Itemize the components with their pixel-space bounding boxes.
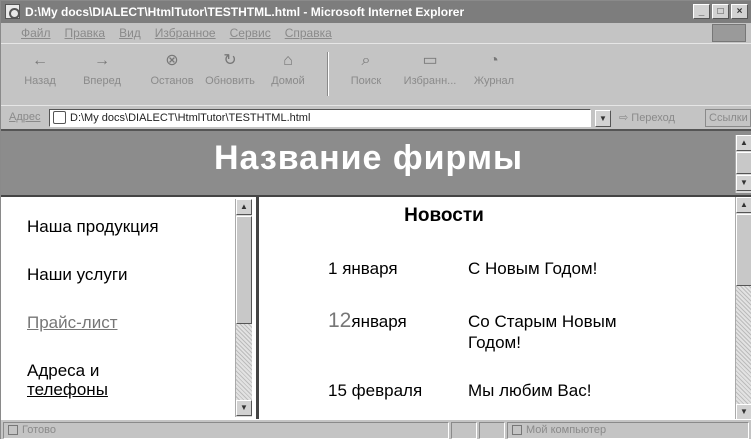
toolbar: ← Назад → Вперед ⊗ Останов ↻ Обновить ⌂ …: [1, 43, 751, 105]
nav-frame: Наша продукция Наши услуги Прайс-лист Ад…: [1, 197, 259, 421]
refresh-icon: ↻: [223, 52, 237, 69]
nav-services[interactable]: Наши услуги: [27, 265, 128, 284]
forward-arrow-icon: →: [94, 52, 110, 69]
nav-scroll-up-arrow-icon[interactable]: ▲: [236, 199, 252, 215]
stop-button[interactable]: ⊗ Останов: [141, 50, 203, 87]
ie-icon: [5, 4, 20, 19]
favorites-label: Избранн...: [403, 75, 457, 87]
header-scrollbar[interactable]: ▲ ▼: [735, 135, 751, 193]
history-label: Журнал: [473, 75, 515, 87]
news-scroll-up-arrow-icon[interactable]: ▲: [736, 197, 751, 213]
refresh-button[interactable]: ↻ Обновить: [199, 50, 261, 87]
news-scroll-track[interactable]: [736, 286, 751, 404]
windows-logo-icon: [712, 24, 746, 42]
news-day: 15: [328, 381, 347, 400]
home-icon: ⌂: [283, 52, 293, 69]
nav-scroll-thumb[interactable]: [236, 216, 252, 324]
news-scroll-thumb[interactable]: [736, 214, 751, 286]
refresh-label: Обновить: [205, 75, 255, 87]
nav-scroll-track[interactable]: [236, 324, 252, 400]
favorites-icon: ▭: [422, 52, 438, 69]
address-bar: Адрес D:\My docs\DIALECT\HtmlTutor\TESTH…: [1, 105, 751, 129]
address-label: Адрес: [9, 111, 41, 123]
search-icon: ⌕: [361, 52, 371, 69]
home-label: Домой: [271, 75, 305, 87]
menu-favorites[interactable]: Избранное: [155, 23, 216, 43]
status-bar: Готово Мой компьютер: [1, 419, 751, 439]
nav-products[interactable]: Наша продукция: [27, 217, 159, 236]
news-scrollbar[interactable]: ▲ ▼: [735, 197, 751, 421]
scroll-thumb[interactable]: [736, 152, 751, 174]
forward-label: Вперед: [83, 75, 121, 87]
news-day: 12: [328, 309, 352, 332]
news-date: 12января: [328, 309, 407, 333]
back-arrow-icon: ←: [32, 52, 48, 69]
address-value: D:\My docs\DIALECT\HtmlTutor\TESTHTML.ht…: [70, 112, 311, 124]
back-button[interactable]: ← Назад: [9, 50, 71, 87]
search-label: Поиск: [350, 75, 382, 87]
menu-bar: Файл Правка Вид Избранное Сервис Справка: [1, 23, 751, 43]
title-bar: D:\My docs\DIALECT\HtmlTutor\TESTHTML.ht…: [1, 1, 751, 23]
page-done-icon: [8, 425, 18, 436]
page-icon: [53, 111, 66, 124]
menu-edit[interactable]: Правка: [65, 23, 106, 43]
nav-scrollbar[interactable]: ▲ ▼: [235, 199, 252, 417]
home-button[interactable]: ⌂ Домой: [257, 50, 319, 87]
window-controls: _ □ ×: [693, 4, 748, 19]
firm-title: Название фирмы: [213, 139, 524, 177]
status-text-cell: Готово: [3, 422, 449, 439]
nav-price-list-link[interactable]: Прайс-лист: [27, 313, 118, 332]
minimize-button[interactable]: _: [693, 4, 710, 19]
news-month: января: [351, 312, 407, 331]
go-label: Переход: [631, 112, 675, 124]
address-dropdown-button[interactable]: ▼: [595, 110, 611, 127]
news-date: 1 января: [328, 259, 398, 279]
menu-tools[interactable]: Сервис: [230, 23, 271, 43]
window-title: D:\My docs\DIALECT\HtmlTutor\TESTHTML.ht…: [25, 5, 465, 19]
news-scroll-down-arrow-icon[interactable]: ▼: [736, 404, 751, 420]
nav-addresses-line1: Адреса и: [27, 361, 100, 380]
links-button[interactable]: Ссылки: [705, 109, 751, 127]
news-title: Новости: [404, 205, 484, 226]
menu-view[interactable]: Вид: [119, 23, 141, 43]
go-button[interactable]: ⇨ Переход: [619, 111, 675, 124]
status-text: Готово: [22, 424, 56, 436]
toolbar-separator: [327, 52, 329, 96]
security-zone: Мой компьютер: [526, 424, 607, 436]
news-day: 1: [328, 259, 338, 278]
close-button[interactable]: ×: [731, 4, 748, 19]
news-frame: Новости 1 января С Новым Годом! 12января…: [262, 197, 751, 421]
news-date: 15 февраля: [328, 381, 422, 401]
maximize-button[interactable]: □: [712, 4, 729, 19]
nav-scroll-down-arrow-icon[interactable]: ▼: [236, 400, 252, 416]
forward-button[interactable]: → Вперед: [71, 50, 133, 87]
nav-addresses-link[interactable]: Адреса и телефоны: [27, 361, 227, 399]
stop-label: Останов: [150, 75, 194, 87]
favorites-button[interactable]: ▭ Избранн...: [399, 50, 461, 87]
header-frame: Название фирмы ▲ ▼: [1, 131, 751, 197]
computer-icon: [512, 425, 522, 436]
security-zone-cell: Мой компьютер: [507, 422, 749, 439]
scroll-up-arrow-icon[interactable]: ▲: [736, 135, 751, 151]
scroll-down-arrow-icon[interactable]: ▼: [736, 175, 751, 191]
news-month: февраля: [351, 381, 423, 400]
news-text: Со Старым Новым Годом!: [468, 312, 617, 352]
stop-icon: ⊗: [165, 52, 179, 69]
status-cell: [479, 422, 505, 439]
go-arrow-icon: ⇨: [619, 112, 629, 124]
back-label: Назад: [24, 75, 56, 87]
news-month: января: [342, 259, 398, 278]
news-text: С Новым Годом!: [468, 259, 598, 278]
browser-window: D:\My docs\DIALECT\HtmlTutor\TESTHTML.ht…: [0, 0, 751, 439]
page-content: Название фирмы ▲ ▼ Наша продукция Наши у…: [1, 129, 751, 421]
search-button[interactable]: ⌕ Поиск: [335, 50, 397, 87]
menu-file[interactable]: Файл: [21, 23, 51, 43]
nav-addresses-line2: телефоны: [27, 380, 108, 399]
history-icon: ◔: [489, 52, 499, 69]
history-button[interactable]: ◔ Журнал: [463, 50, 525, 87]
address-input[interactable]: D:\My docs\DIALECT\HtmlTutor\TESTHTML.ht…: [49, 109, 591, 127]
menu-help[interactable]: Справка: [285, 23, 332, 43]
news-text: Мы любим Вас!: [468, 381, 592, 400]
status-cell: [451, 422, 477, 439]
